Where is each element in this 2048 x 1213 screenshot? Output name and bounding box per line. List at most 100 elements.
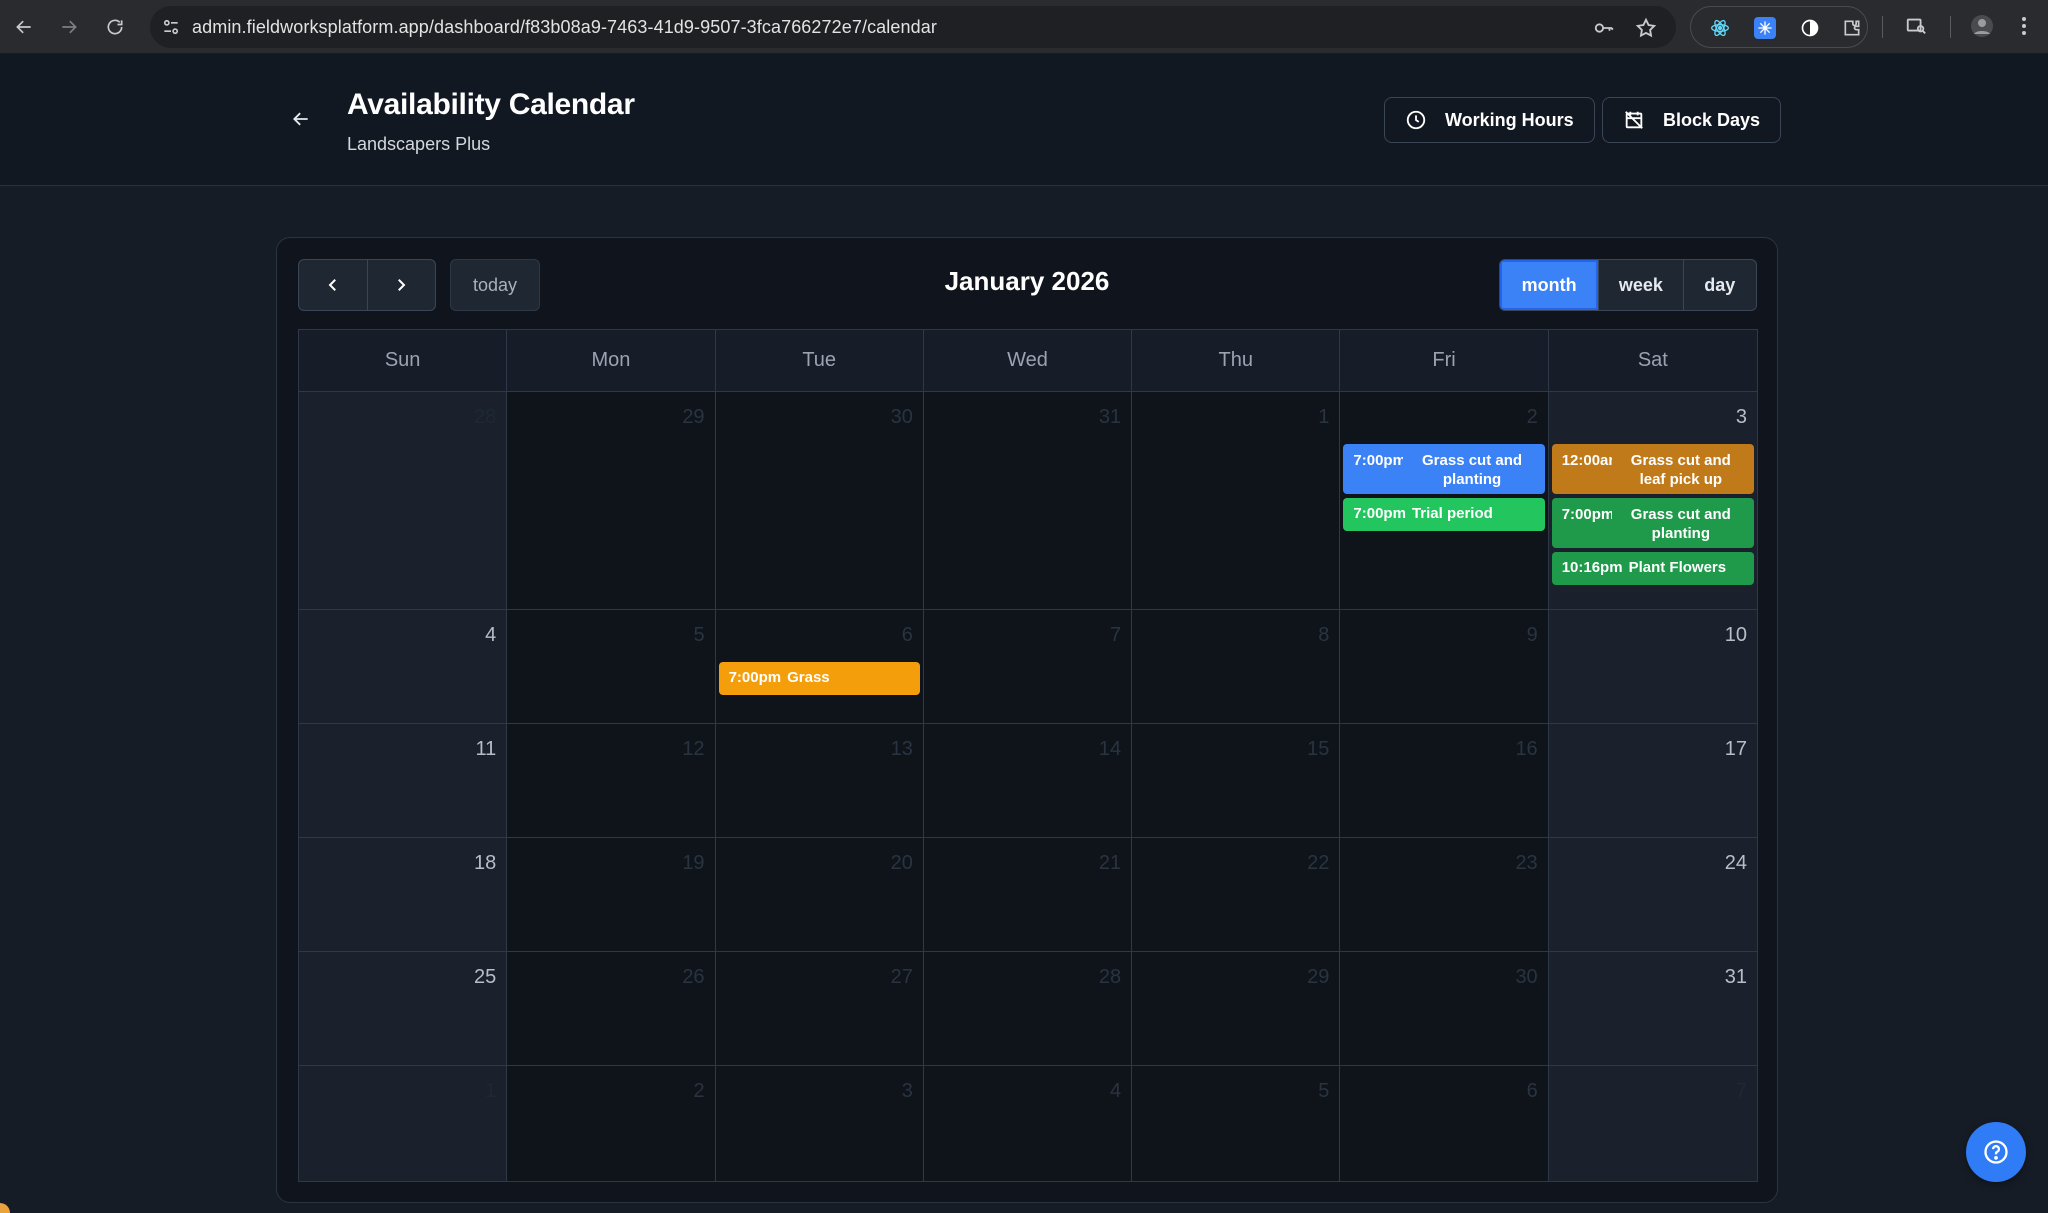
view-day-button[interactable]: day [1682, 260, 1756, 310]
day-cell[interactable]: 2 [507, 1066, 716, 1181]
day-cell[interactable]: 21 [923, 838, 1133, 951]
day-number[interactable]: 18 [474, 852, 496, 875]
day-number[interactable]: 8 [1318, 624, 1329, 647]
day-cell[interactable]: 28 [299, 392, 508, 609]
day-number[interactable]: 26 [682, 966, 704, 989]
day-cell[interactable]: 22 [1132, 838, 1341, 951]
address-bar[interactable]: admin.fieldworksplatform.app/dashboard/f… [150, 6, 1676, 48]
view-month-button[interactable]: month [1500, 260, 1599, 310]
extension-contrast-icon[interactable] [1799, 17, 1821, 39]
day-cell[interactable]: 17 [1548, 724, 1757, 837]
day-number[interactable]: 12 [682, 738, 704, 761]
day-number[interactable]: 7 [1110, 624, 1121, 647]
day-number[interactable]: 10 [1725, 624, 1747, 647]
day-number[interactable]: 19 [682, 852, 704, 875]
block-days-button[interactable]: Block Days [1602, 97, 1782, 143]
day-cell[interactable]: 5 [507, 610, 716, 723]
react-devtools-icon[interactable] [1709, 17, 1731, 39]
day-cell[interactable]: 28 [923, 952, 1133, 1065]
extension-snowflake-icon[interactable] [1754, 17, 1776, 39]
day-number[interactable]: 7 [1736, 1080, 1747, 1103]
day-cell[interactable]: 2 7:00pm Grass cut and planting 7:00pm Trial… [1340, 392, 1549, 609]
day-number[interactable]: 14 [1099, 738, 1121, 761]
day-cell[interactable]: 8 [1132, 610, 1341, 723]
day-cell[interactable]: 11 [299, 724, 508, 837]
day-cell[interactable]: 24 [1548, 838, 1757, 951]
site-settings-icon[interactable] [150, 6, 192, 48]
day-number[interactable]: 21 [1099, 852, 1121, 875]
day-number[interactable]: 23 [1515, 852, 1537, 875]
day-cell[interactable]: 7 [1548, 1066, 1757, 1181]
calendar-event[interactable]: 10:16pm Plant Flowers [1551, 552, 1754, 585]
calendar-event[interactable]: 7:00pm Grass cut and planting [1551, 498, 1754, 548]
day-cell[interactable]: 19 [507, 838, 716, 951]
day-cell[interactable]: 30 [1340, 952, 1549, 1065]
day-cell[interactable]: 26 [507, 952, 716, 1065]
day-number[interactable]: 6 [902, 624, 913, 647]
browser-back-icon[interactable] [8, 11, 40, 43]
day-cell[interactable]: 29 [507, 392, 716, 609]
day-cell[interactable]: 18 [299, 838, 508, 951]
day-cell[interactable]: 10 [1548, 610, 1757, 723]
day-cell[interactable]: 14 [923, 724, 1133, 837]
day-number[interactable]: 30 [1515, 966, 1537, 989]
day-cell[interactable]: 27 [715, 952, 924, 1065]
day-cell[interactable]: 5 [1132, 1066, 1341, 1181]
day-number[interactable]: 6 [1527, 1080, 1538, 1103]
day-number[interactable]: 29 [682, 406, 704, 429]
help-button[interactable] [1966, 1122, 2026, 1182]
day-number[interactable]: 1 [485, 1080, 496, 1103]
day-cell[interactable]: 3 [715, 1066, 924, 1181]
browser-menu-icon[interactable] [2010, 12, 2038, 40]
day-cell[interactable]: 25 [299, 952, 508, 1065]
day-cell[interactable]: 12 [507, 724, 716, 837]
day-number[interactable]: 9 [1527, 624, 1538, 647]
tab-search-icon[interactable] [1902, 12, 1930, 40]
day-number[interactable]: 4 [1110, 1080, 1121, 1103]
bookmark-star-icon[interactable] [1634, 16, 1658, 40]
day-number[interactable]: 28 [1099, 966, 1121, 989]
browser-reload-icon[interactable] [99, 11, 131, 43]
day-number[interactable]: 1 [1318, 406, 1329, 429]
day-number[interactable]: 15 [1307, 738, 1329, 761]
day-number[interactable]: 2 [693, 1080, 704, 1103]
day-number[interactable]: 29 [1307, 966, 1329, 989]
day-number[interactable]: 22 [1307, 852, 1329, 875]
day-cell[interactable]: 20 [715, 838, 924, 951]
day-number[interactable]: 5 [693, 624, 704, 647]
day-cell[interactable]: 16 [1340, 724, 1549, 837]
day-number[interactable]: 4 [485, 624, 496, 647]
day-cell[interactable]: 31 [1548, 952, 1757, 1065]
day-number[interactable]: 31 [1099, 406, 1121, 429]
day-number[interactable]: 28 [474, 406, 496, 429]
day-number[interactable]: 3 [1736, 406, 1747, 429]
day-cell[interactable]: 23 [1340, 838, 1549, 951]
day-cell[interactable]: 9 [1340, 610, 1549, 723]
day-number[interactable]: 20 [891, 852, 913, 875]
url-text[interactable]: admin.fieldworksplatform.app/dashboard/f… [192, 17, 937, 38]
day-number[interactable]: 16 [1515, 738, 1537, 761]
calendar-event[interactable]: 7:00pm Grass [718, 662, 920, 695]
day-cell[interactable]: 31 [923, 392, 1133, 609]
day-cell[interactable]: 4 [923, 1066, 1133, 1181]
day-number[interactable]: 30 [891, 406, 913, 429]
back-arrow-icon[interactable] [286, 104, 316, 134]
day-number[interactable]: 17 [1725, 738, 1747, 761]
day-cell[interactable]: 29 [1132, 952, 1341, 1065]
day-cell[interactable]: 15 [1132, 724, 1341, 837]
day-number[interactable]: 5 [1318, 1080, 1329, 1103]
browser-forward-icon[interactable] [53, 11, 85, 43]
day-number[interactable]: 3 [902, 1080, 913, 1103]
day-cell[interactable]: 30 [715, 392, 924, 609]
day-number[interactable]: 25 [474, 966, 496, 989]
day-number[interactable]: 2 [1527, 406, 1538, 429]
extensions-puzzle-icon[interactable] [1841, 17, 1863, 39]
password-key-icon[interactable] [1592, 16, 1616, 40]
day-cell[interactable]: 3 12:00am Grass cut and leaf pick up 7:00pm… [1548, 392, 1757, 609]
day-cell[interactable]: 1 [1132, 392, 1341, 609]
day-cell[interactable]: 13 [715, 724, 924, 837]
working-hours-button[interactable]: Working Hours [1384, 97, 1595, 143]
day-number[interactable]: 13 [891, 738, 913, 761]
calendar-event[interactable]: 12:00am Grass cut and leaf pick up [1551, 444, 1754, 494]
day-cell[interactable]: 6 [1340, 1066, 1549, 1181]
